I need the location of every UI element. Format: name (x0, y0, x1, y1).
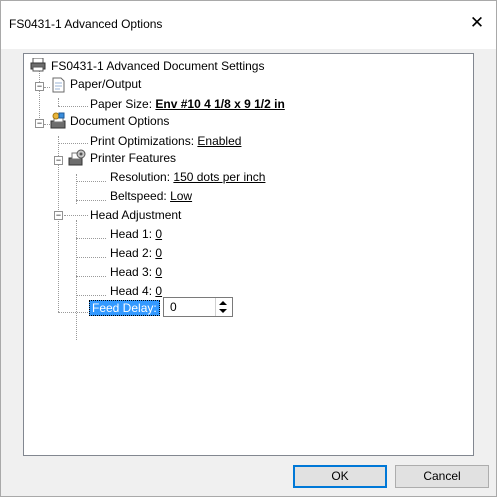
resolution-setting[interactable]: Resolution: 150 dots per inch (110, 169, 265, 185)
head-1-label: Head 1: (110, 227, 153, 241)
tree-paper-output-label[interactable]: Paper/Output (70, 76, 141, 92)
head-4-label: Head 4: (110, 284, 153, 298)
tree-printer-features-label[interactable]: Printer Features (90, 150, 176, 166)
feed-delay-setting[interactable]: Feed Delay: (89, 300, 160, 316)
print-optimizations-setting[interactable]: Print Optimizations: Enabled (90, 133, 241, 149)
paper-icon (50, 77, 66, 93)
paper-size-setting[interactable]: Paper Size: Env #10 4 1/8 x 9 1/2 in (90, 96, 285, 112)
head-4-setting[interactable]: Head 4: 0 (110, 283, 162, 299)
head-1-value[interactable]: 0 (155, 227, 162, 241)
head-3-label: Head 3: (110, 265, 153, 279)
paper-size-label: Paper Size: (90, 97, 153, 111)
print-optimizations-value[interactable]: Enabled (197, 134, 241, 148)
collapse-document-options-icon[interactable]: − (35, 119, 44, 128)
spinner-arrows[interactable] (215, 298, 232, 316)
title-bar: FS0431-1 Advanced Options ✕ (1, 1, 496, 49)
collapse-paper-output-icon[interactable]: − (35, 82, 44, 91)
cancel-button[interactable]: Cancel (395, 465, 489, 488)
ok-button[interactable]: OK (293, 465, 387, 488)
window-title: FS0431-1 Advanced Options (9, 17, 163, 31)
head-2-value[interactable]: 0 (155, 246, 162, 260)
head-2-label: Head 2: (110, 246, 153, 260)
feed-delay-value[interactable]: 0 (170, 300, 177, 314)
spin-down-icon[interactable] (219, 309, 227, 313)
printer-icon (30, 57, 46, 72)
tree-document-options-label[interactable]: Document Options (70, 113, 169, 129)
printer-features-icon (68, 149, 86, 166)
head-2-setting[interactable]: Head 2: 0 (110, 245, 162, 261)
print-optimizations-label: Print Optimizations: (90, 134, 195, 148)
spin-up-icon[interactable] (219, 301, 227, 305)
close-icon[interactable]: ✕ (466, 12, 488, 34)
tree-root-label[interactable]: FS0431-1 Advanced Document Settings (51, 58, 264, 74)
head-3-value[interactable]: 0 (155, 265, 162, 279)
beltspeed-setting[interactable]: Beltspeed: Low (110, 188, 192, 204)
head-1-setting[interactable]: Head 1: 0 (110, 226, 162, 242)
resolution-value[interactable]: 150 dots per inch (173, 170, 265, 184)
document-options-icon (50, 112, 66, 129)
beltspeed-value[interactable]: Low (170, 189, 192, 203)
paper-size-value[interactable]: Env #10 4 1/8 x 9 1/2 in (155, 97, 284, 111)
head-3-setting[interactable]: Head 3: 0 (110, 264, 162, 280)
beltspeed-label: Beltspeed: (110, 189, 167, 203)
feed-delay-label[interactable]: Feed Delay: (89, 300, 160, 316)
head-4-value[interactable]: 0 (155, 284, 162, 298)
tree-head-adjustment-label[interactable]: Head Adjustment (90, 207, 181, 223)
feed-delay-spinner[interactable]: 0 (163, 297, 233, 317)
advanced-options-dialog: FS0431-1 Advanced Options ✕ FS0431-1 Adv… (0, 0, 497, 497)
collapse-head-adjustment-icon[interactable]: − (54, 211, 63, 220)
settings-tree[interactable]: FS0431-1 Advanced Document Settings − Pa… (23, 53, 474, 456)
collapse-printer-features-icon[interactable]: − (54, 156, 63, 165)
resolution-label: Resolution: (110, 170, 171, 184)
